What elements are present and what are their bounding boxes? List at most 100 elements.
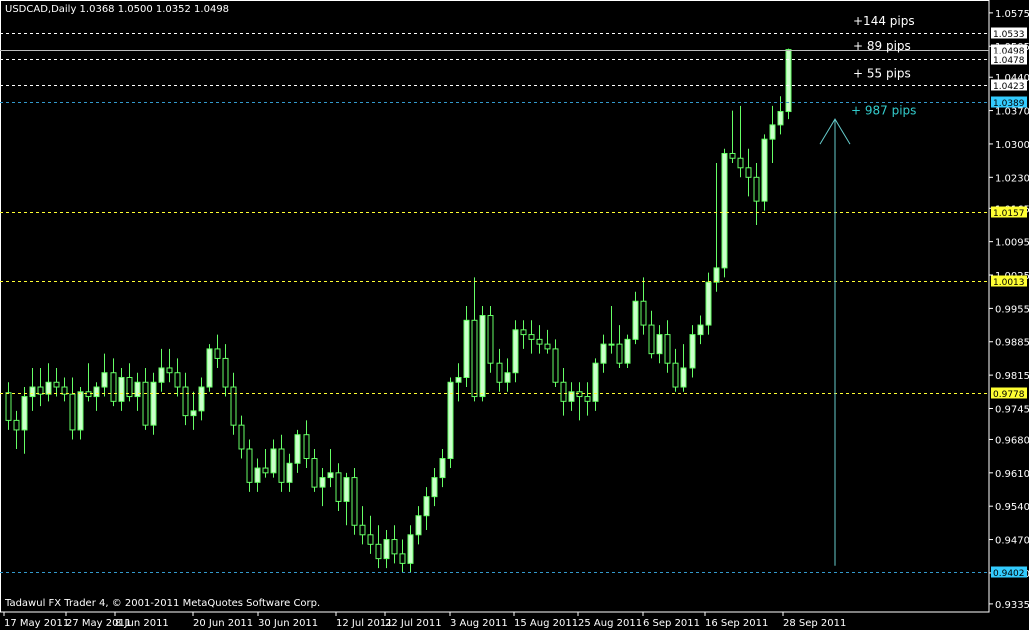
candle-bear [391,539,398,555]
candle-bear [584,396,591,402]
candle-bull [319,477,326,488]
chart-canvas[interactable]: 1.05751.05051.04401.03701.03001.02301.01… [0,0,1029,630]
candle-bull [21,396,28,431]
candle-bull [93,386,100,398]
candle-bull [327,472,334,479]
candle-bear [552,348,559,383]
candle-bull [769,124,776,140]
candle-bear [5,392,12,421]
candle-bull [624,338,631,364]
y-tick-label: 0.9470 [995,536,1029,547]
candle-bull [343,477,350,502]
candle-bull [118,376,125,402]
pips-annotation: + 89 pips [853,39,911,53]
candle-bear [69,393,76,431]
candle-bull [479,315,486,398]
x-tick-label: 3 Aug 2011 [450,618,508,629]
y-tick-label: 1.0575 [995,9,1029,20]
candle-bull [713,267,720,283]
candle-bear [335,472,342,502]
candle-bull [383,539,390,560]
candle-bear [576,391,583,398]
candle-bear [85,391,92,398]
candle-bull [198,386,205,412]
y-tick-label: 0.9955 [995,304,1029,315]
x-tick-label: 16 Sep 2011 [705,618,768,629]
candle-bear [166,367,173,374]
y-tick-label: 1.0300 [995,140,1029,151]
candle-bear [214,348,221,359]
candle-bear [351,477,358,526]
candle-bull [77,391,84,431]
candle-bear [182,386,189,417]
level-price-label: 1.0157 [993,209,1025,219]
candle-bull [415,515,422,536]
level-price-label: 0.9402 [993,569,1025,579]
candle-bear [399,553,406,564]
y-tick-label: 1.0230 [995,173,1029,184]
symbol-info: USDCAD,Daily 1.0368 1.0500 1.0352 1.0498 [5,4,230,15]
candle-bear [640,300,647,326]
pips-annotation: +144 pips [853,14,915,28]
candle-bear [528,334,535,340]
candle-bear [487,315,494,364]
candle-bull [134,381,141,398]
x-tick-label: 8 Jun 2011 [115,618,169,629]
x-tick-label: 28 Sep 2011 [783,618,846,629]
price-chart[interactable]: 1.05751.05051.04401.03701.03001.02301.01… [0,0,1029,630]
candle-bull [504,372,511,383]
copyright-text: Tadawul FX Trader 4, © 2001-2011 MetaQuo… [5,598,321,609]
candle-bear [520,329,527,336]
candle-bull [423,496,430,517]
level-price-label: 1.0533 [993,30,1025,40]
candle-bear [737,157,744,169]
candle-bull [463,319,470,378]
candle-bear [53,381,60,388]
candle-bear [222,357,229,388]
candle-bear [753,176,760,202]
candle-bull [455,376,462,383]
x-tick-label: 22 Jul 2011 [385,618,442,629]
y-tick-label: 0.9745 [995,404,1029,415]
candle-bull [439,458,446,479]
candle-bear [13,419,20,431]
candle-bull [294,434,301,464]
plot-frame [0,0,990,613]
x-tick-label: 15 Aug 2011 [514,618,578,629]
level-price-label: 1.0478 [993,56,1025,66]
x-tick-label: 17 May 2011 [4,618,69,629]
pips-annotation: + 55 pips [853,66,911,80]
candle-bear [648,324,655,355]
candle-bear [375,543,382,560]
candle-bear [359,524,366,536]
y-tick-label: 0.9885 [995,338,1029,349]
candle-bear [496,362,503,383]
candle-bull [254,467,261,483]
candle-bear [664,334,671,364]
candle-bear [536,338,543,345]
candle-bear [246,448,253,483]
candle-bear [471,319,478,398]
level-price-label: 0.9778 [993,390,1025,400]
candle-bear [311,458,318,488]
candle-bull [632,300,639,340]
candle-bull [407,534,414,564]
x-tick-label: 25 Aug 2011 [578,618,642,629]
candle-bull [705,281,712,326]
candle-bear [174,372,181,388]
candle-bear [616,343,623,364]
candle-bull [761,138,768,202]
y-tick-label: 0.9335 [995,600,1029,611]
candle-bull [512,329,519,374]
level-price-label: 1.0423 [993,82,1025,92]
candle-bull [431,477,438,498]
y-tick-label: 0.9610 [995,469,1029,480]
x-tick-label: 20 Jun 2011 [193,618,253,629]
candle-bear [303,434,310,460]
candle-bull [777,111,784,126]
candle-bull [592,362,599,402]
candle-bear [729,152,736,159]
x-tick-label: 30 Jun 2011 [258,618,318,629]
candle-bear [238,424,245,450]
x-tick-label: 6 Sep 2011 [643,618,700,629]
